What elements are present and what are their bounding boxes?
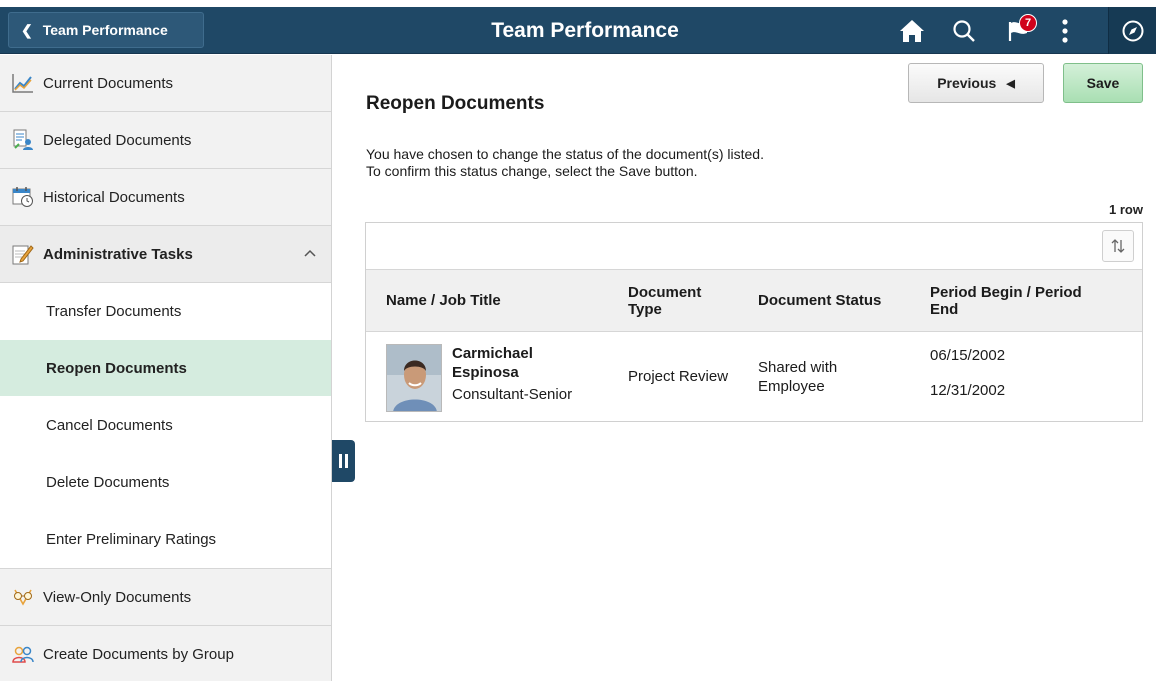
glasses-icon bbox=[11, 585, 35, 609]
sidebar-item-create-documents-by-group[interactable]: Create Documents by Group bbox=[0, 626, 331, 681]
sidebar-item-transfer-documents[interactable]: Transfer Documents bbox=[0, 283, 331, 340]
main-content: Previous ◀ Save Reopen Documents You hav… bbox=[356, 55, 1156, 681]
page-title: Team Performance bbox=[491, 18, 679, 42]
administrative-tasks-submenu: Transfer Documents Reopen Documents Canc… bbox=[0, 283, 331, 569]
sidebar-section-label: Administrative Tasks bbox=[43, 245, 193, 263]
previous-button[interactable]: Previous ◀ bbox=[908, 63, 1044, 103]
line-chart-icon bbox=[11, 71, 35, 95]
sidebar-item-label: Current Documents bbox=[43, 74, 174, 92]
back-button-label: Team Performance bbox=[42, 22, 168, 38]
header-bar: ❮ Team Performance Team Performance 7 bbox=[0, 7, 1156, 54]
employee-cell: Carmichael Espinosa Consultant-Senior bbox=[366, 332, 608, 421]
caret-left-icon: ◀ bbox=[1006, 77, 1015, 90]
status-line: Employee bbox=[758, 377, 825, 395]
more-options-icon[interactable] bbox=[1050, 7, 1080, 54]
notifications-flag-icon[interactable]: 7 bbox=[996, 7, 1042, 54]
status-line: Shared with bbox=[758, 358, 838, 376]
message-line-1: You have chosen to change the status of … bbox=[366, 146, 764, 162]
home-icon[interactable] bbox=[893, 7, 931, 54]
sidebar-item-delegated-documents[interactable]: Delegated Documents bbox=[0, 112, 331, 169]
column-header-line: Document bbox=[628, 283, 702, 301]
search-icon[interactable] bbox=[945, 7, 983, 54]
previous-button-label: Previous bbox=[937, 75, 997, 91]
calendar-clock-icon bbox=[11, 185, 35, 209]
table-row[interactable]: Carmichael Espinosa Consultant-Senior Pr… bbox=[366, 332, 1142, 421]
document-status-cell: Shared with Employee bbox=[742, 332, 916, 421]
period-end: 12/31/2002 bbox=[930, 382, 1006, 399]
column-header-document-type[interactable]: Document Type bbox=[608, 270, 742, 331]
collapse-panel-handle[interactable] bbox=[332, 440, 355, 482]
notepad-pencil-icon bbox=[11, 242, 35, 266]
delegate-icon bbox=[11, 128, 35, 152]
chevron-left-icon: ❮ bbox=[21, 21, 33, 38]
row-count: 1 row bbox=[1109, 202, 1143, 217]
back-button[interactable]: ❮ Team Performance bbox=[8, 12, 204, 48]
sidebar-item-delete-documents[interactable]: Delete Documents bbox=[0, 454, 331, 511]
sidebar-item-current-documents[interactable]: Current Documents bbox=[0, 55, 331, 112]
sidebar-item-reopen-documents[interactable]: Reopen Documents bbox=[0, 340, 331, 397]
confirmation-message: You have chosen to change the status of … bbox=[366, 146, 764, 180]
sidebar-item-enter-preliminary-ratings[interactable]: Enter Preliminary Ratings bbox=[0, 511, 331, 568]
left-panel: Current Documents Delegated Documents Hi… bbox=[0, 55, 332, 681]
save-button[interactable]: Save bbox=[1063, 63, 1143, 103]
column-header-document-status[interactable]: Document Status bbox=[742, 270, 916, 331]
grid-header-row: Name / Job Title Document Type Document … bbox=[366, 270, 1142, 332]
message-line-2: To confirm this status change, select th… bbox=[366, 163, 698, 179]
sidebar-section-administrative-tasks[interactable]: Administrative Tasks bbox=[0, 226, 331, 283]
document-type-cell: Project Review bbox=[628, 368, 729, 385]
sidebar-item-historical-documents[interactable]: Historical Documents bbox=[0, 169, 331, 226]
group-icon bbox=[11, 642, 35, 666]
grid-toolbar bbox=[366, 223, 1142, 270]
page-subtitle: Reopen Documents bbox=[366, 93, 545, 114]
sidebar-item-label: View-Only Documents bbox=[43, 588, 192, 606]
employee-job-title: Consultant-Senior bbox=[452, 386, 573, 403]
employee-photo bbox=[386, 344, 442, 412]
period-cell: 06/15/2002 12/31/2002 bbox=[916, 332, 1142, 421]
chevron-up-icon[interactable] bbox=[303, 245, 317, 262]
sidebar-item-cancel-documents[interactable]: Cancel Documents bbox=[0, 397, 331, 454]
navbar-compass-icon[interactable] bbox=[1108, 7, 1156, 54]
column-header-period[interactable]: Period Begin / Period End bbox=[916, 270, 1142, 331]
period-begin: 06/15/2002 bbox=[930, 347, 1006, 364]
column-header-line: Period Begin / Period bbox=[930, 283, 1082, 301]
sidebar-item-label: Create Documents by Group bbox=[43, 645, 234, 663]
sort-icon[interactable] bbox=[1102, 230, 1134, 262]
documents-grid: Name / Job Title Document Type Document … bbox=[365, 222, 1143, 422]
employee-name[interactable]: Carmichael bbox=[452, 344, 572, 363]
sidebar-item-label: Historical Documents bbox=[43, 188, 185, 206]
employee-name[interactable]: Espinosa bbox=[452, 363, 572, 382]
column-header-line: End bbox=[930, 300, 959, 318]
notification-badge: 7 bbox=[1019, 14, 1037, 32]
sidebar-item-label: Delegated Documents bbox=[43, 131, 192, 149]
column-header-line: Type bbox=[628, 300, 662, 318]
sidebar-item-view-only-documents[interactable]: View-Only Documents bbox=[0, 569, 331, 626]
column-header-name[interactable]: Name / Job Title bbox=[366, 270, 608, 331]
